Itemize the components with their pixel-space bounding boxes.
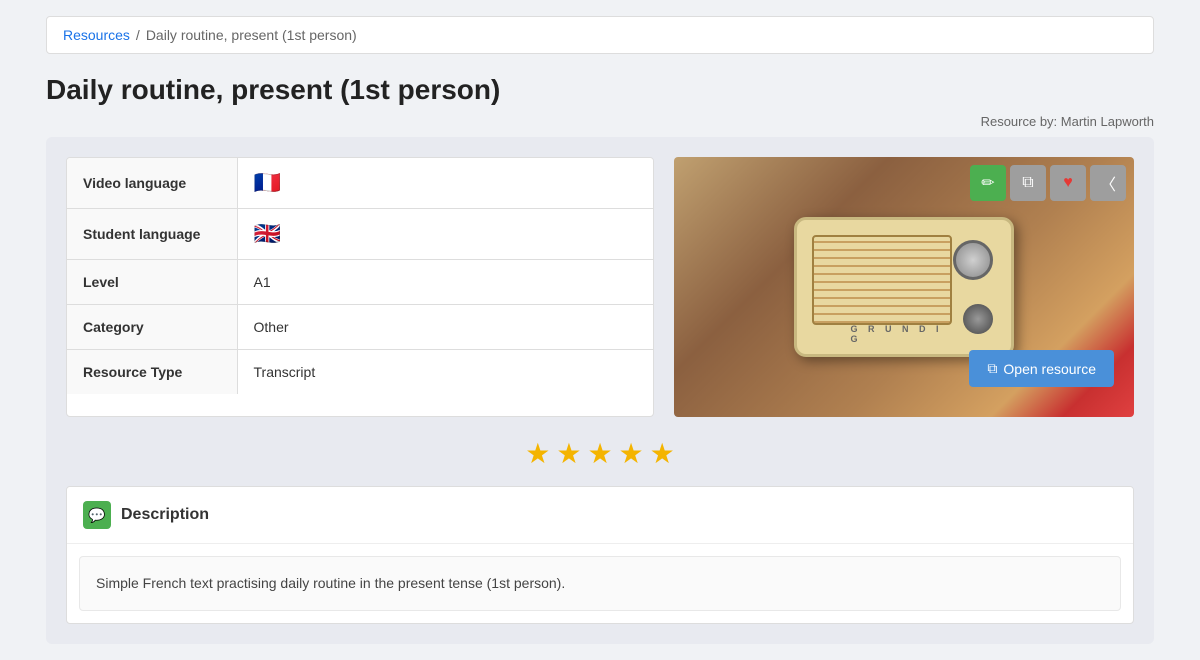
label-student-language: Student language xyxy=(67,209,237,260)
open-resource-button[interactable]: ⧉ Open resource xyxy=(969,350,1114,387)
value-video-language: 🇫🇷 xyxy=(237,158,653,209)
description-icon: 💬 xyxy=(83,501,111,529)
description-title: Description xyxy=(121,506,209,524)
chat-icon: 💬 xyxy=(88,507,105,524)
flag-french: 🇫🇷 xyxy=(254,170,281,195)
description-header: 💬 Description xyxy=(67,487,1133,544)
label-level: Level xyxy=(67,260,237,305)
copy-button[interactable]: ⧉ xyxy=(1010,165,1046,201)
label-category: Category xyxy=(67,305,237,350)
breadcrumb-link[interactable]: Resources xyxy=(63,27,130,43)
star-5[interactable]: ★ xyxy=(650,437,675,470)
top-section: Video language 🇫🇷 Student language 🇬🇧 Le… xyxy=(66,157,1134,417)
content-card: Video language 🇫🇷 Student language 🇬🇧 Le… xyxy=(46,137,1154,644)
resource-by: Resource by: Martin Lapworth xyxy=(46,114,1154,129)
value-resource-type: Transcript xyxy=(237,350,653,395)
star-1[interactable]: ★ xyxy=(525,437,550,470)
value-level: A1 xyxy=(237,260,653,305)
image-toolbar: ✏ ⧉ ♥ 〈 xyxy=(970,165,1126,201)
open-resource-icon: ⧉ xyxy=(987,360,997,377)
table-row: Video language 🇫🇷 xyxy=(67,158,653,209)
image-container: G R U N D I G ✏ ⧉ ♥ 〈 ⧉ Open resource xyxy=(674,157,1134,417)
page-wrapper: Resources / Daily routine, present (1st … xyxy=(30,0,1170,660)
table-row: Category Other xyxy=(67,305,653,350)
radio-knob xyxy=(963,304,993,334)
breadcrumb-bar: Resources / Daily routine, present (1st … xyxy=(46,16,1154,54)
page-title: Daily routine, present (1st person) xyxy=(46,74,1154,106)
edit-button[interactable]: ✏ xyxy=(970,165,1006,201)
star-3[interactable]: ★ xyxy=(587,437,612,470)
radio-tuner xyxy=(953,240,993,280)
value-category: Other xyxy=(237,305,653,350)
heart-button[interactable]: ♥ xyxy=(1050,165,1086,201)
breadcrumb: Resources / Daily routine, present (1st … xyxy=(63,27,1137,43)
radio-brand: G R U N D I G xyxy=(851,324,958,344)
star-2[interactable]: ★ xyxy=(556,437,581,470)
value-student-language: 🇬🇧 xyxy=(237,209,653,260)
description-body: Simple French text practising daily rout… xyxy=(79,556,1121,611)
radio-illustration: G R U N D I G xyxy=(794,217,1014,357)
table-row: Level A1 xyxy=(67,260,653,305)
table-row: Resource Type Transcript xyxy=(67,350,653,395)
radio-grille xyxy=(812,235,952,325)
info-table: Video language 🇫🇷 Student language 🇬🇧 Le… xyxy=(67,158,653,394)
table-row: Student language 🇬🇧 xyxy=(67,209,653,260)
resource-image: G R U N D I G ✏ ⧉ ♥ 〈 ⧉ Open resource xyxy=(674,157,1134,417)
description-card: 💬 Description Simple French text practis… xyxy=(66,486,1134,624)
breadcrumb-current: Daily routine, present (1st person) xyxy=(146,27,357,43)
share-button[interactable]: 〈 xyxy=(1090,165,1126,201)
label-resource-type: Resource Type xyxy=(67,350,237,395)
stars-row: ★ ★ ★ ★ ★ xyxy=(66,437,1134,470)
open-resource-label: Open resource xyxy=(1003,361,1096,377)
label-video-language: Video language xyxy=(67,158,237,209)
flag-english: 🇬🇧 xyxy=(254,221,281,246)
info-table-wrapper: Video language 🇫🇷 Student language 🇬🇧 Le… xyxy=(66,157,654,417)
star-4[interactable]: ★ xyxy=(619,437,644,470)
breadcrumb-separator: / xyxy=(136,27,140,43)
